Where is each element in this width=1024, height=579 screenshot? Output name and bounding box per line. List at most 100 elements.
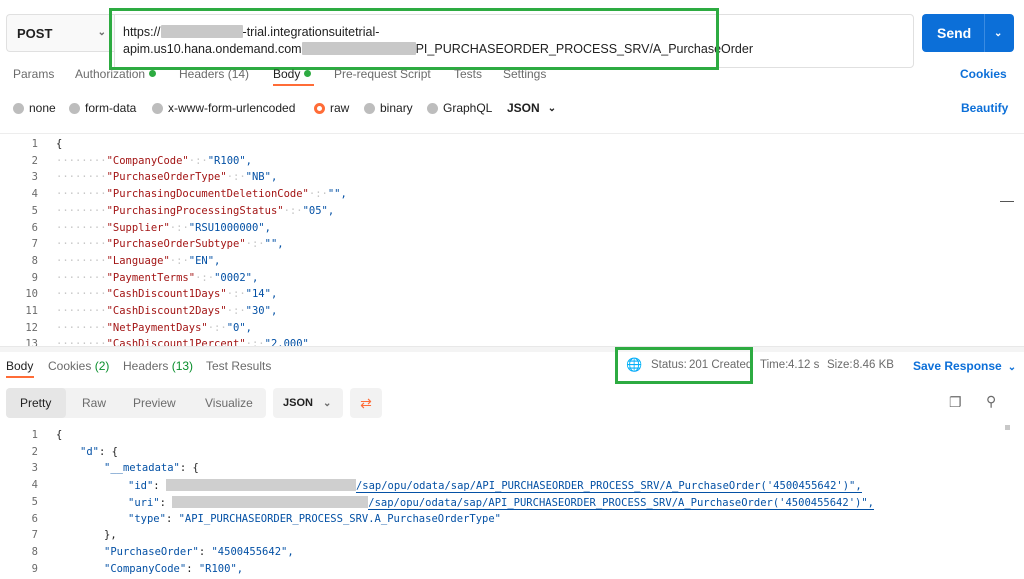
code-line: "uri": /sap/opu/odata/sap/API_PURCHASEOR… — [128, 495, 874, 510]
json-value: : { — [179, 462, 199, 475]
json-colon: ·:· — [226, 305, 246, 317]
code-line: ········"CashDiscount1Percent"·:·"2.000" — [56, 338, 309, 346]
line-number: 4 — [31, 479, 38, 492]
tab-label: Headers — [123, 359, 169, 373]
radio-label: GraphQL — [443, 101, 493, 115]
json-key: "PurchaseOrder" — [104, 545, 199, 558]
beautify-link[interactable]: Beautify — [961, 101, 1008, 115]
size-value[interactable]: 8.46 KB — [853, 359, 894, 371]
code-line: ········"PaymentTerms"·:·"0002", — [56, 272, 258, 284]
json-key: "NetPaymentDays" — [106, 321, 208, 334]
json-colon: ·:· — [226, 288, 246, 301]
request-body-editor[interactable]: 1{2 ········"CompanyCode"·:·"R100", 3 ·····… — [0, 133, 1024, 346]
radio-graphql[interactable]: GraphQL — [427, 101, 492, 115]
send-button[interactable]: Send ⌄ — [922, 14, 1014, 52]
tab-response-cookies[interactable]: Cookies (2) — [48, 359, 109, 373]
save-response-button[interactable]: Save Response ⌄ — [913, 359, 1016, 373]
chevron-down-icon: ⌄ — [97, 27, 106, 38]
json-value: "14", — [245, 288, 278, 301]
tab-raw[interactable]: Raw — [68, 388, 120, 418]
code-line: ········"PurchaseOrderType"·:·"NB", — [56, 171, 277, 183]
response-format-label: JSON — [283, 397, 313, 409]
tab-authorization[interactable]: Authorization — [75, 67, 157, 81]
line-number: 10 — [25, 288, 38, 301]
indent-guide: ········ — [56, 338, 107, 346]
copy-icon[interactable]: ❐ — [949, 394, 962, 411]
radio-circle — [364, 102, 375, 114]
tab-response-body[interactable]: Body — [6, 359, 33, 373]
response-scrollbar[interactable] — [1005, 425, 1010, 430]
tab-tests[interactable]: Tests — [454, 67, 482, 81]
code-line: "id": /sap/opu/odata/sap/API_PURCHASEORD… — [128, 479, 862, 494]
response-body-viewer[interactable]: 1 2 3 4 5 6 7 8 9{"d": {"__metadata": {"id": /sa… — [0, 425, 1024, 579]
json-colon: ·:· — [169, 221, 189, 234]
save-response-label: Save Response — [913, 359, 1002, 373]
chevron-down-icon[interactable]: ⌄ — [985, 28, 1002, 39]
tab-params[interactable]: Params — [13, 67, 54, 81]
editor-scrollbar[interactable] — [1000, 201, 1014, 202]
line-number: 3 — [31, 171, 38, 184]
tab-visualize[interactable]: Visualize — [191, 388, 267, 418]
indent-guide: ········ — [56, 254, 107, 267]
code-line: }, — [104, 529, 117, 541]
tab-preview[interactable]: Preview — [119, 388, 190, 418]
json-value: { — [56, 429, 63, 441]
radio-circle — [13, 102, 24, 114]
json-key: "d" — [80, 445, 99, 458]
json-colon: : — [153, 480, 166, 493]
method-select[interactable]: POST ⌄ — [6, 14, 114, 52]
time-value[interactable]: 4.12 s — [788, 359, 819, 371]
tab-pre-request-script[interactable]: Pre-request Script — [334, 67, 431, 81]
tab-body[interactable]: Body — [273, 67, 312, 81]
json-value: "2.000" — [264, 338, 309, 346]
tab-response-headers[interactable]: Headers (13) — [123, 359, 193, 373]
cookies-link[interactable]: Cookies — [960, 67, 1007, 81]
radio-raw[interactable]: raw — [314, 101, 349, 115]
chevron-down-icon: ⌄ — [547, 102, 557, 114]
indent-guide: ········ — [56, 188, 107, 201]
json-colon: : — [165, 512, 179, 525]
radio-binary[interactable]: binary — [364, 101, 413, 115]
code-line: { — [56, 138, 62, 150]
code-line: ········"CashDiscount2Days"·:·"30", — [56, 305, 277, 317]
url-highlight-box — [109, 8, 719, 70]
radio-form-data[interactable]: form-data — [69, 101, 136, 115]
pane-divider[interactable] — [0, 346, 1024, 352]
code-token: { — [56, 138, 63, 150]
json-colon: : — [198, 545, 212, 558]
wrap-lines-icon[interactable]: ⇄ — [350, 388, 382, 418]
json-key: "CompanyCode" — [106, 154, 189, 167]
json-value: "30", — [245, 305, 278, 317]
json-colon: ·:· — [207, 321, 227, 334]
json-value: : { — [98, 445, 118, 458]
json-key: "__metadata" — [104, 462, 180, 475]
radio-none[interactable]: none — [13, 101, 56, 115]
json-value: "NB", — [245, 171, 278, 184]
tab-test-results[interactable]: Test Results — [206, 359, 271, 373]
radio-circle — [427, 102, 438, 114]
radio-x-www-form-urlencoded[interactable]: x-www-form-urlencoded — [152, 101, 295, 115]
body-format-select[interactable]: JSON ⌄ — [507, 101, 556, 115]
redacted-block — [165, 479, 356, 492]
time-label: Time: — [760, 359, 789, 371]
body-format-label: JSON — [507, 101, 540, 115]
indent-guide: ········ — [56, 238, 107, 251]
indent-guide: ········ — [56, 154, 107, 167]
json-key: "PaymentTerms" — [106, 271, 196, 284]
line-number: 13 — [25, 338, 38, 346]
json-key: "CompanyCode" — [104, 562, 187, 575]
tab-headers[interactable]: Headers (14) — [179, 67, 249, 81]
code-line: ········"CompanyCode"·:·"R100", — [56, 155, 252, 167]
tab-settings[interactable]: Settings — [503, 67, 546, 81]
line-number: 5 — [31, 204, 38, 217]
active-tab-underline — [6, 376, 34, 378]
code-line: "CompanyCode": "R100", — [104, 563, 243, 575]
json-colon: ·:· — [226, 171, 246, 184]
response-format-select[interactable]: JSON ⌄ — [273, 388, 343, 418]
json-key: "CashDiscount1Days" — [106, 288, 227, 301]
code-line: ········"PurchasingDocumentDeletionCode"… — [56, 188, 347, 200]
indent-guide: ········ — [56, 288, 107, 301]
tab-pretty[interactable]: Pretty — [6, 388, 66, 418]
line-number: 8 — [31, 545, 38, 558]
search-icon[interactable]: ⚲ — [986, 393, 996, 410]
